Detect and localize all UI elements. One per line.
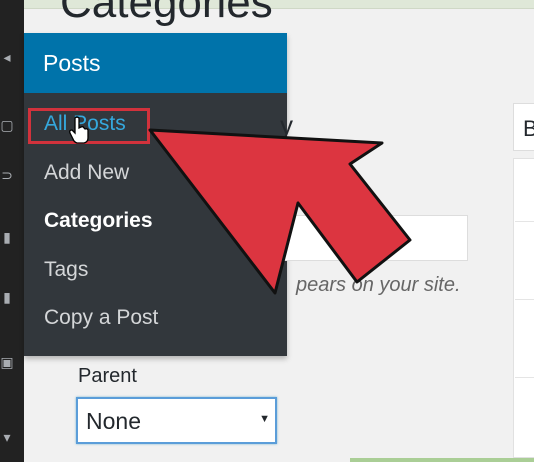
parent-label: Parent [78,365,137,387]
parent-select-value: None [86,408,141,434]
menu-item-add-new[interactable]: Add New [44,161,129,185]
menu-item-copy-a-post[interactable]: Copy a Post [44,306,158,330]
menu-item-tags[interactable]: Tags [44,258,88,282]
menu-item-categories[interactable]: Categories [44,209,153,233]
category-name-input[interactable] [278,215,468,261]
media-icon[interactable]: ▢ [0,118,14,132]
link-icon[interactable]: ⊃ [0,168,14,182]
select-arrow-icon: ▼ [259,413,270,425]
table-row [515,299,534,300]
plugins-icon[interactable]: ▾ [0,430,14,444]
green-line [350,458,534,462]
admin-rail: ◂ ▢ ⊃ ▮ ▮ ▣ ▾ [0,0,24,462]
comments-icon[interactable]: ▮ [0,290,14,304]
add-category-heading: y [280,110,293,140]
hand-cursor-icon [69,116,89,144]
collapse-arrow-icon[interactable]: ◂ [0,50,14,64]
bulk-actions-button[interactable]: B [513,103,534,151]
name-help-text: pears on your site. [296,274,461,296]
table-row [515,377,534,378]
posts-flyout-menu: Posts All Posts Add New Categories Tags … [24,33,287,356]
posts-menu-header[interactable]: Posts [24,33,287,93]
right-column: B [513,103,534,462]
appearance-icon[interactable]: ▣ [0,355,14,369]
categories-table [513,158,534,458]
pages-icon[interactable]: ▮ [0,230,14,244]
parent-select[interactable]: None ▼ [76,397,277,444]
page-title: Categories [60,0,273,27]
table-row [515,221,534,222]
